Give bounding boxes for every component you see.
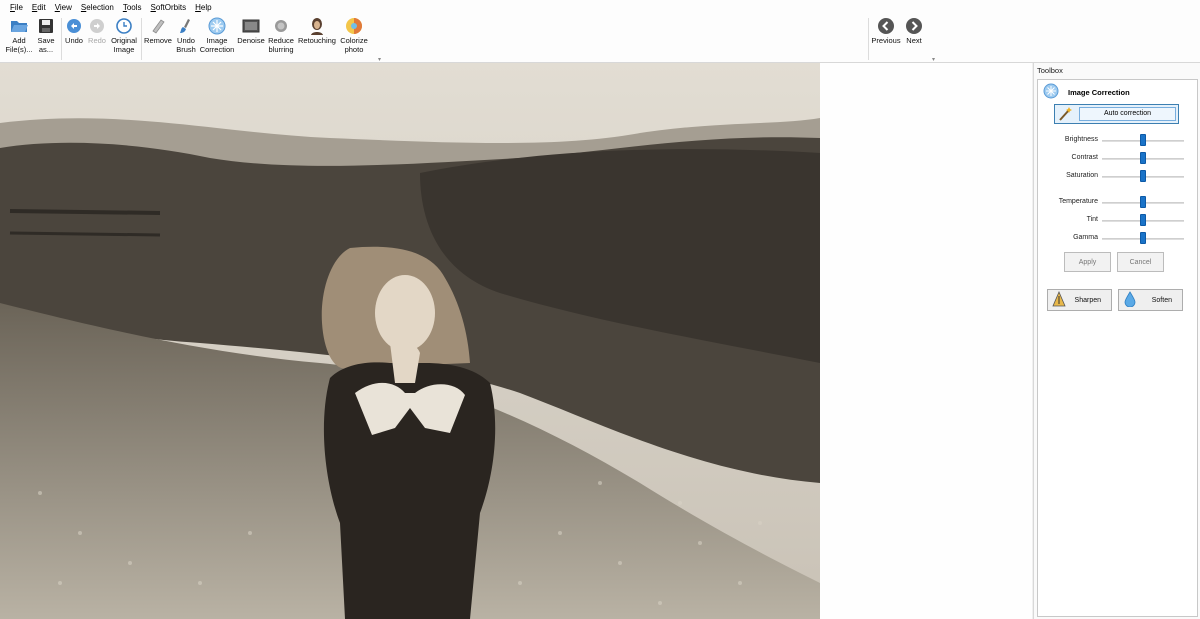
image-correction-label: Image Correction xyxy=(199,36,235,54)
magic-wand-icon xyxy=(1057,106,1075,124)
menu-bar: File Edit View Selection Tools SoftOrbit… xyxy=(0,0,1200,14)
redo-button[interactable]: Redo xyxy=(86,17,108,46)
clock-icon xyxy=(115,17,133,35)
colorize-photo-label: Colorize photo xyxy=(340,36,368,54)
next-label: Next xyxy=(906,36,922,45)
save-as-button[interactable]: Save as... xyxy=(34,17,58,54)
redo-label: Redo xyxy=(88,36,106,45)
menu-edit[interactable]: Edit xyxy=(32,3,46,12)
toolbox-title: Toolbox xyxy=(1037,66,1063,75)
contrast-slider[interactable]: Contrast xyxy=(1038,152,1198,166)
sharpen-label: Sharpen xyxy=(1074,296,1101,304)
denoise-icon xyxy=(242,17,260,35)
original-image-label: Original Image xyxy=(111,36,137,54)
undo-label: Undo xyxy=(65,36,83,45)
temperature-slider[interactable]: Temperature xyxy=(1038,196,1198,210)
colorize-photo-button[interactable]: Colorize photo xyxy=(339,17,369,54)
toolbar-separator xyxy=(61,18,62,60)
remove-label: Remove xyxy=(144,36,172,45)
slider-thumb[interactable] xyxy=(1140,134,1146,146)
sharpen-icon xyxy=(1052,290,1066,309)
denoise-button[interactable]: Denoise xyxy=(237,17,265,46)
undo-button[interactable]: Undo xyxy=(63,17,85,46)
menu-file[interactable]: File xyxy=(10,3,23,12)
toolbar-separator xyxy=(141,18,142,60)
gamma-label: Gamma xyxy=(1073,234,1098,241)
water-drop-icon xyxy=(1123,291,1137,309)
save-as-label: Save as... xyxy=(37,36,55,54)
temperature-label: Temperature xyxy=(1058,198,1098,205)
remove-button[interactable]: Remove xyxy=(144,17,172,46)
vintage-photo[interactable] xyxy=(0,63,820,619)
blur-icon xyxy=(272,17,290,35)
menu-selection[interactable]: Selection xyxy=(81,3,114,12)
original-image-button[interactable]: Original Image xyxy=(110,17,138,54)
slider-thumb[interactable] xyxy=(1140,232,1146,244)
image-correction-button[interactable]: Image Correction xyxy=(199,17,235,54)
folder-open-icon xyxy=(10,17,28,35)
brush-icon xyxy=(177,17,195,35)
slider-thumb[interactable] xyxy=(1140,152,1146,164)
toolbar-overflow-icon[interactable]: ▾ xyxy=(378,56,381,63)
undo-brush-label: Undo Brush xyxy=(176,36,196,54)
colorize-icon xyxy=(345,17,363,35)
retouching-button[interactable]: Retouching xyxy=(297,17,337,46)
gamma-slider[interactable]: Gamma xyxy=(1038,232,1198,246)
soften-label: Soften xyxy=(1151,296,1172,304)
brightness-slider[interactable]: Brightness xyxy=(1038,134,1198,148)
sparkle-icon xyxy=(1043,83,1059,101)
tint-label: Tint xyxy=(1086,216,1098,223)
brightness-label: Brightness xyxy=(1064,136,1098,143)
denoise-label: Denoise xyxy=(237,36,265,45)
toolbar-separator xyxy=(868,18,869,60)
previous-button[interactable]: Previous xyxy=(870,17,902,46)
slider-thumb[interactable] xyxy=(1140,196,1146,208)
add-files-button[interactable]: Add File(s)... xyxy=(5,17,33,54)
menu-softorbits[interactable]: SoftOrbits xyxy=(151,3,187,12)
eraser-icon xyxy=(149,17,167,35)
slider-thumb[interactable] xyxy=(1140,214,1146,226)
redo-icon xyxy=(88,17,106,35)
reduce-blurring-button[interactable]: Reduce blurring xyxy=(267,17,295,54)
soften-button[interactable]: Soften xyxy=(1118,289,1183,311)
portrait-icon xyxy=(308,17,326,35)
saturation-slider[interactable]: Saturation xyxy=(1038,170,1198,184)
next-button[interactable]: Next xyxy=(903,17,925,46)
menu-view[interactable]: View xyxy=(55,3,72,12)
saturation-label: Saturation xyxy=(1066,172,1098,179)
previous-label: Previous xyxy=(871,36,901,45)
cancel-button[interactable]: Cancel xyxy=(1117,252,1164,272)
apply-button[interactable]: Apply xyxy=(1064,252,1111,272)
auto-correction-label: Auto correction xyxy=(1079,107,1176,121)
menu-tools[interactable]: Tools xyxy=(123,3,142,12)
toolbar: Add File(s)... Save as... Undo Redo Orig… xyxy=(0,14,1200,63)
retouching-label: Retouching xyxy=(298,36,336,45)
section-title: Image Correction xyxy=(1068,87,1130,97)
sharpen-button[interactable]: Sharpen xyxy=(1047,289,1112,311)
toolbox-panel: Toolbox Image Correction Auto correction… xyxy=(1033,63,1200,619)
reduce-blurring-label: Reduce blurring xyxy=(268,36,294,54)
add-files-label: Add File(s)... xyxy=(5,36,33,54)
menu-help[interactable]: Help xyxy=(195,3,211,12)
image-canvas[interactable] xyxy=(0,63,1032,619)
arrow-left-icon xyxy=(877,17,895,35)
undo-icon xyxy=(65,17,83,35)
auto-correction-button[interactable]: Auto correction xyxy=(1054,104,1179,124)
save-icon xyxy=(37,17,55,35)
toolbar-overflow-icon[interactable]: ▾ xyxy=(932,56,935,63)
undo-brush-button[interactable]: Undo Brush xyxy=(174,17,198,54)
contrast-label: Contrast xyxy=(1071,154,1098,161)
arrow-right-icon xyxy=(905,17,923,35)
sparkle-icon xyxy=(208,17,226,35)
slider-thumb[interactable] xyxy=(1140,170,1146,182)
section-header: Image Correction xyxy=(1043,83,1130,101)
tint-slider[interactable]: Tint xyxy=(1038,214,1198,228)
image-correction-section: Image Correction Auto correction Brightn… xyxy=(1037,79,1198,617)
